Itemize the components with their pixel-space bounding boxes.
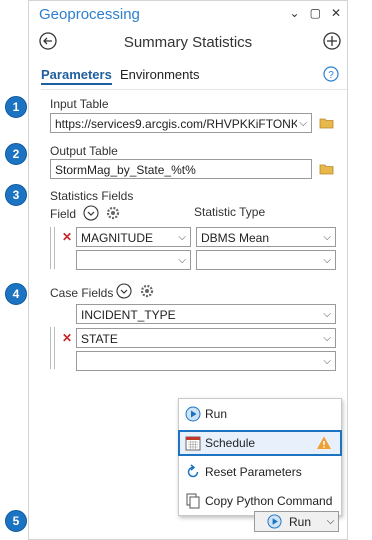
menu-item-label: Run [205, 407, 228, 421]
close-icon[interactable]: ✕ [331, 6, 341, 20]
svg-text:?: ? [328, 70, 334, 81]
case-fields-label: Case Fields [50, 286, 114, 300]
run-options-dropdown[interactable]: ⌵ [323, 511, 339, 532]
statistic-type-dropdown[interactable]: DBMS Mean ⌵ [196, 227, 336, 247]
case-field-value: STATE [81, 332, 118, 346]
run-button[interactable]: Run [254, 511, 324, 532]
calendar-icon [185, 436, 201, 451]
tab-environments[interactable]: Environments [120, 67, 199, 82]
callout-badge-3: 3 [5, 184, 27, 206]
pane-title: Geoprocessing [39, 6, 140, 23]
output-table-field[interactable]: StormMag_by_State_%t% [50, 159, 312, 179]
output-table-label: Output Table [50, 144, 118, 158]
tab-parameters[interactable]: Parameters [41, 67, 112, 85]
input-table-value: https://services9.arcgis.com/RHVPKKiFTON… [55, 117, 299, 131]
case-row-handle[interactable] [50, 327, 55, 369]
gear-icon[interactable] [105, 205, 121, 221]
case-field-dropdown[interactable]: INCIDENT_TYPE ⌵ [76, 304, 336, 324]
tab-divider [41, 89, 347, 90]
menu-item-reset-parameters[interactable]: Reset Parameters [179, 459, 341, 485]
callout-badge-5: 5 [5, 510, 27, 532]
chevron-down-icon[interactable]: ⌵ [323, 329, 331, 347]
reset-icon [187, 464, 199, 478]
menu-item-label: Reset Parameters [205, 465, 302, 479]
callout-badge-1: 1 [5, 96, 27, 118]
stats-row-handle[interactable] [50, 227, 55, 269]
copy-icon [186, 493, 200, 509]
chevron-down-icon[interactable]: ⌵ [323, 228, 331, 246]
menu-item-schedule[interactable]: Schedule [178, 430, 342, 456]
chevron-down-icon[interactable]: ⌵ [297, 114, 307, 132]
warning-icon [317, 436, 331, 449]
output-table-value: StormMag_by_State_%t% [55, 163, 196, 177]
add-icon[interactable] [323, 32, 341, 50]
tool-title: Summary Statistics [123, 34, 253, 51]
chevron-down-icon[interactable]: ⌵ [323, 352, 331, 370]
case-field-dropdown-empty[interactable]: ⌵ [76, 351, 336, 371]
maximize-icon[interactable]: ▢ [310, 6, 321, 20]
run-icon [267, 514, 282, 529]
run-options-menu: Run Schedule Reset Parameters Copy Pytho… [178, 398, 342, 516]
folder-icon[interactable] [319, 163, 335, 175]
stats-field-dropdown[interactable]: MAGNITUDE ⌵ [76, 227, 191, 247]
remove-row-icon[interactable]: ✕ [62, 331, 72, 345]
callout-badge-2: 2 [5, 143, 27, 165]
statistic-type-label: Statistic Type [194, 205, 266, 219]
run-icon [185, 406, 201, 422]
chevron-down-icon[interactable]: ⌵ [323, 251, 331, 269]
chevron-down-icon: ⌵ [326, 516, 335, 527]
statistic-type-value: DBMS Mean [201, 231, 270, 245]
folder-icon[interactable] [319, 117, 335, 129]
window-controls: ⌄ ▢ ✕ [290, 6, 341, 20]
statistic-type-dropdown-empty[interactable]: ⌵ [196, 250, 336, 270]
gear-icon[interactable] [139, 283, 155, 299]
chevron-down-icon[interactable]: ⌵ [178, 251, 186, 269]
input-table-field[interactable]: https://services9.arcgis.com/RHVPKKiFTON… [50, 113, 312, 133]
stats-field-value: MAGNITUDE [81, 231, 153, 245]
menu-item-label: Schedule [205, 436, 256, 450]
help-icon[interactable]: ? [323, 66, 339, 82]
input-table-label: Input Table [50, 97, 109, 111]
chevron-down-icon[interactable]: ⌵ [323, 305, 331, 323]
run-button-label: Run [289, 515, 312, 529]
menu-item-run[interactable]: Run [179, 401, 341, 427]
statistics-fields-label: Statistics Fields [50, 189, 134, 203]
case-field-value: INCIDENT_TYPE [81, 308, 176, 322]
field-column-label: Field [50, 207, 77, 221]
remove-row-icon[interactable]: ✕ [62, 230, 72, 244]
case-field-dropdown[interactable]: STATE ⌵ [76, 328, 336, 348]
pane-options-icon[interactable]: ⌄ [290, 6, 300, 20]
chevron-down-circle-icon[interactable] [116, 283, 132, 299]
stats-field-dropdown-empty[interactable]: ⌵ [76, 250, 191, 270]
chevron-down-icon[interactable]: ⌵ [178, 228, 186, 246]
chevron-down-circle-icon[interactable] [83, 205, 99, 221]
callout-badge-4: 4 [5, 283, 27, 305]
